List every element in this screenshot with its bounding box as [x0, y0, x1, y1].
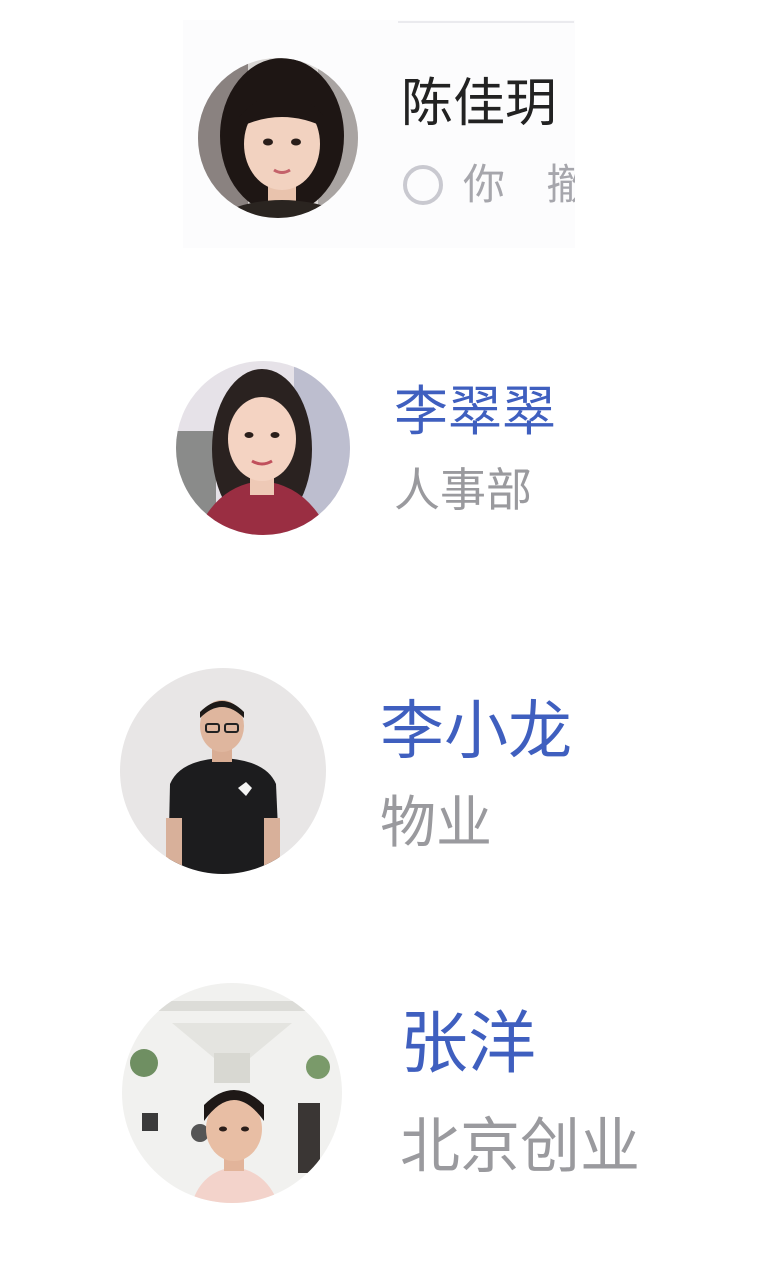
avatar[interactable] [176, 361, 350, 535]
avatar-photo-woman-red-top-icon [176, 361, 350, 535]
contact-item-0[interactable]: 陈佳玥 你 撤 [183, 20, 575, 248]
contact-name: 张洋 [400, 1005, 537, 1084]
avatar[interactable] [198, 58, 358, 218]
status-text: 你 撤 [463, 160, 575, 209]
contact-item-1[interactable]: 李翠翠 人事部 [170, 355, 590, 545]
avatar[interactable] [120, 668, 326, 874]
contact-name: 陈佳玥 [401, 74, 558, 134]
contact-status: 你 撤 [403, 160, 575, 210]
contact-department: 北京创业 [400, 1112, 640, 1182]
avatar-photo-man-black-shirt-icon [120, 668, 326, 874]
contact-list-screen: 陈佳玥 你 撤 [0, 0, 784, 1286]
contact-item-3[interactable]: 张洋 北京创业 [110, 975, 680, 1215]
contact-name: 李翠翠 [394, 380, 556, 443]
avatar-photo-woman-living-room-icon [122, 983, 342, 1203]
contact-name: 李小龙 [380, 695, 572, 769]
contact-item-2[interactable]: 李小龙 物业 [110, 660, 610, 890]
contact-department: 人事部 [394, 463, 532, 517]
avatar-photo-woman-bangs-icon [198, 58, 358, 218]
contact-department: 物业 [380, 791, 492, 856]
avatar[interactable] [122, 983, 342, 1203]
radio-circle-icon [403, 165, 443, 205]
